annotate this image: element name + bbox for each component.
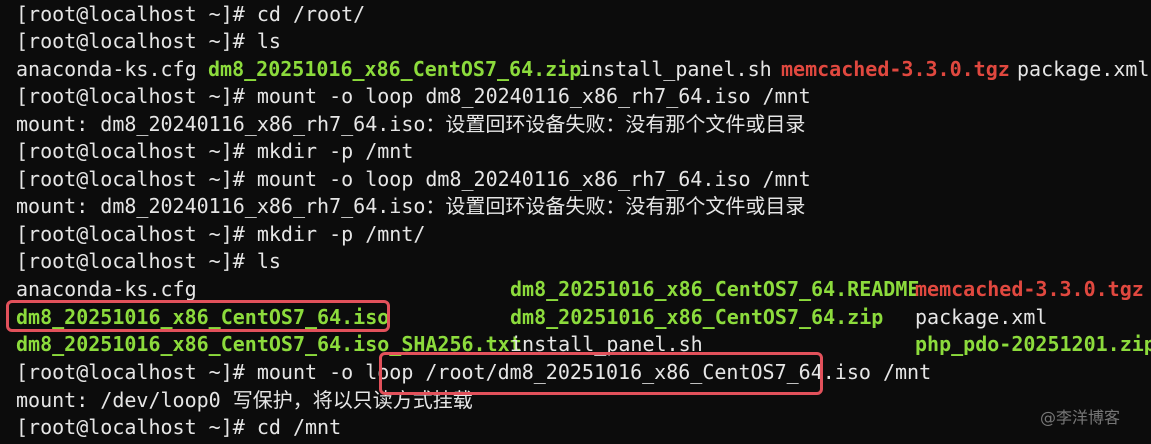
- file-entry: package.xml: [1017, 57, 1150, 81]
- file-entry: dm8_20251016_x86_CentOS7_64.iso_SHA256.t…: [16, 332, 522, 356]
- file-entry: dm8_20251016_x86_CentOS7_64.iso: [16, 305, 390, 329]
- file-entry: install_panel.sh: [579, 57, 772, 81]
- file-entry: install_panel.sh: [510, 332, 703, 356]
- output-text: mount: /dev/loop0 写保护，将以只读方式挂载: [16, 388, 473, 412]
- file-entry: package.xml: [915, 305, 1048, 329]
- file-entry: anaconda-ks.cfg: [16, 57, 197, 81]
- file-entry: memcached-3.3.0.tgz: [915, 277, 1144, 301]
- output-text: mount: dm8_20240116_x86_rh7_64.iso：设置回环设…: [16, 194, 806, 218]
- command-text: [root@localhost ~]# mount -o loop dm8_20…: [16, 84, 811, 108]
- command-text: [root@localhost ~]# mount -o loop dm8_20…: [16, 167, 811, 191]
- command-text: [root@localhost ~]# mkdir -p /mnt: [16, 139, 414, 163]
- command-text: [root@localhost ~]# mount -o loop /root/…: [16, 360, 932, 384]
- output-text: mount: dm8_20240116_x86_rh7_64.iso：设置回环设…: [16, 112, 806, 136]
- watermark: @李洋博客: [1040, 408, 1121, 427]
- file-entry: dm8_20251016_x86_CentOS7_64.zip: [510, 305, 884, 329]
- file-entry: dm8_20251016_x86_CentOS7_64.zip: [208, 57, 582, 81]
- terminal-window[interactable]: [root@localhost ~]# cd /root/ [root@local…: [16, 0, 1151, 444]
- command-text: [root@localhost ~]# ls: [16, 249, 281, 273]
- command-text: [root@localhost ~]# cd /root/: [16, 2, 366, 26]
- file-entry: anaconda-ks.cfg: [16, 277, 197, 301]
- command-text: [root@localhost ~]# ls: [16, 29, 281, 53]
- file-entry: dm8_20251016_x86_CentOS7_64.README: [510, 277, 920, 301]
- file-entry: php_pdo-20251201.zip: [915, 332, 1151, 356]
- command-text: [root@localhost ~]# cd /mnt: [16, 415, 342, 439]
- file-entry: memcached-3.3.0.tgz: [781, 57, 1010, 81]
- command-text: [root@localhost ~]# mkdir -p /mnt/: [16, 222, 426, 246]
